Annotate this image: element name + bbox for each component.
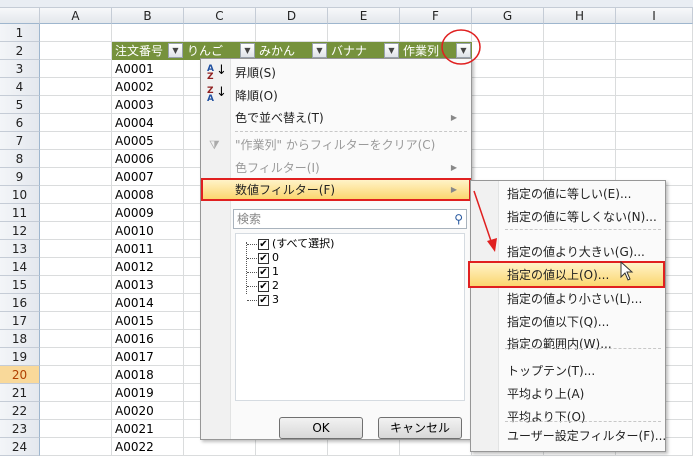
arrow-head (487, 238, 497, 252)
mouse-cursor-icon (620, 260, 634, 281)
highlight-circle (441, 29, 481, 65)
annotation-arrow (473, 190, 493, 245)
annotation-overlay (441, 29, 634, 281)
